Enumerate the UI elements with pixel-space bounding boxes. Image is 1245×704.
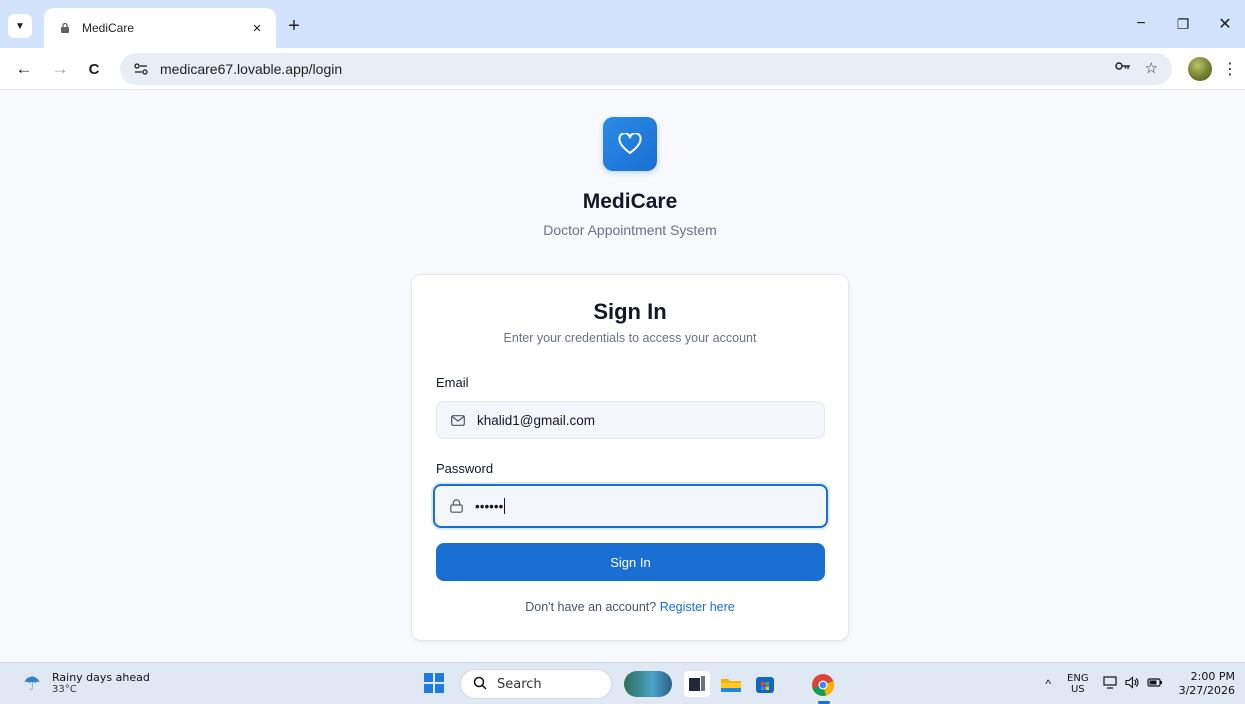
volume-icon[interactable] xyxy=(1125,676,1139,692)
windows-start-icon[interactable] xyxy=(424,673,444,693)
weather-description: Rainy days ahead xyxy=(52,671,150,684)
email-value: khalid1@gmail.com xyxy=(477,412,595,428)
close-window-button[interactable]: ✕ xyxy=(1210,12,1240,36)
taskbar: ☂ Rainy days ahead 33°C Search ^ ENG US xyxy=(0,662,1245,704)
brand-name: MediCare xyxy=(582,190,678,213)
search-icon xyxy=(473,676,487,693)
search-label: Search xyxy=(497,676,542,692)
weather-temperature: 33°C xyxy=(52,684,77,695)
network-icon[interactable] xyxy=(1102,676,1117,692)
signin-subtitle: Enter your credentials to access your ac… xyxy=(503,331,757,345)
umbrella-icon: ☂ xyxy=(23,672,41,695)
register-prompt: Don't have an account? xyxy=(525,600,657,614)
tab-close-icon[interactable]: × xyxy=(248,20,266,37)
site-info-icon[interactable] xyxy=(130,58,152,80)
widgets-app-icon[interactable] xyxy=(624,671,672,697)
text-caret xyxy=(504,498,506,514)
password-label: Password xyxy=(436,461,494,476)
chrome-icon[interactable] xyxy=(810,671,836,697)
clock[interactable]: 2:00 PM 3/27/2026 xyxy=(1179,670,1235,698)
password-value: •••••• xyxy=(475,498,504,514)
chevron-up-icon[interactable]: ^ xyxy=(1045,677,1051,691)
bookmark-star-icon[interactable]: ☆ xyxy=(1145,59,1158,77)
clock-time: 2:00 PM xyxy=(1190,670,1235,683)
email-label: Email xyxy=(436,375,469,390)
favicon-icon xyxy=(58,21,72,35)
password-field[interactable]: •••••• xyxy=(433,484,828,528)
language-code: ENG xyxy=(1067,673,1089,684)
register-row: Don't have an account? Register here xyxy=(412,600,848,614)
tab-title: MediCare xyxy=(82,21,135,35)
heart-logo-icon xyxy=(603,117,657,171)
browser-toolbar: ← → C medicare67.lovable.app/login ☆ ⋮ xyxy=(0,48,1245,90)
minimize-button[interactable]: − xyxy=(1126,12,1156,36)
file-explorer-icon[interactable] xyxy=(718,671,744,697)
brand-tagline: Doctor Appointment System xyxy=(543,222,717,238)
weather-widget[interactable]: ☂ Rainy days ahead 33°C xyxy=(18,669,150,697)
region-code: US xyxy=(1070,684,1085,695)
profile-avatar[interactable] xyxy=(1188,57,1212,81)
browser-menu-icon[interactable]: ⋮ xyxy=(1222,57,1238,81)
browser-tab-strip: ▼ MediCare × + − ❐ ✕ xyxy=(0,0,1245,48)
url-text: medicare67.lovable.app/login xyxy=(160,61,343,77)
email-field[interactable]: khalid1@gmail.com xyxy=(436,401,825,439)
forward-button[interactable]: → xyxy=(48,57,72,81)
address-bar[interactable]: medicare67.lovable.app/login ☆ xyxy=(120,53,1172,85)
back-button[interactable]: ← xyxy=(12,57,36,81)
new-tab-button[interactable]: + xyxy=(282,14,306,38)
signin-button[interactable]: Sign In xyxy=(436,543,825,581)
task-view-icon[interactable] xyxy=(684,671,710,697)
tab-medicare[interactable]: MediCare × xyxy=(44,8,276,48)
reload-button[interactable]: C xyxy=(82,57,106,81)
signin-card: Sign In Enter your credentials to access… xyxy=(411,274,849,641)
register-link[interactable]: Register here xyxy=(660,600,735,614)
system-tray: ^ ENG US 2:00 PM 3/27/2026 xyxy=(1045,663,1245,704)
login-page: MediCare Doctor Appointment System Sign … xyxy=(0,91,1245,662)
mail-icon xyxy=(449,411,467,429)
password-key-icon[interactable] xyxy=(1114,59,1131,77)
lock-icon xyxy=(447,497,465,515)
signin-title: Sign In xyxy=(593,299,667,324)
chevron-down-icon: ▼ xyxy=(15,20,25,32)
microsoft-store-icon[interactable] xyxy=(752,671,778,697)
battery-icon[interactable] xyxy=(1146,676,1163,692)
language-indicator[interactable]: ENG US xyxy=(1067,673,1089,695)
clock-date: 3/27/2026 xyxy=(1178,684,1235,697)
tab-search-button[interactable]: ▼ xyxy=(8,14,32,38)
taskbar-search[interactable]: Search xyxy=(460,669,612,699)
restore-button[interactable]: ❐ xyxy=(1168,12,1198,36)
